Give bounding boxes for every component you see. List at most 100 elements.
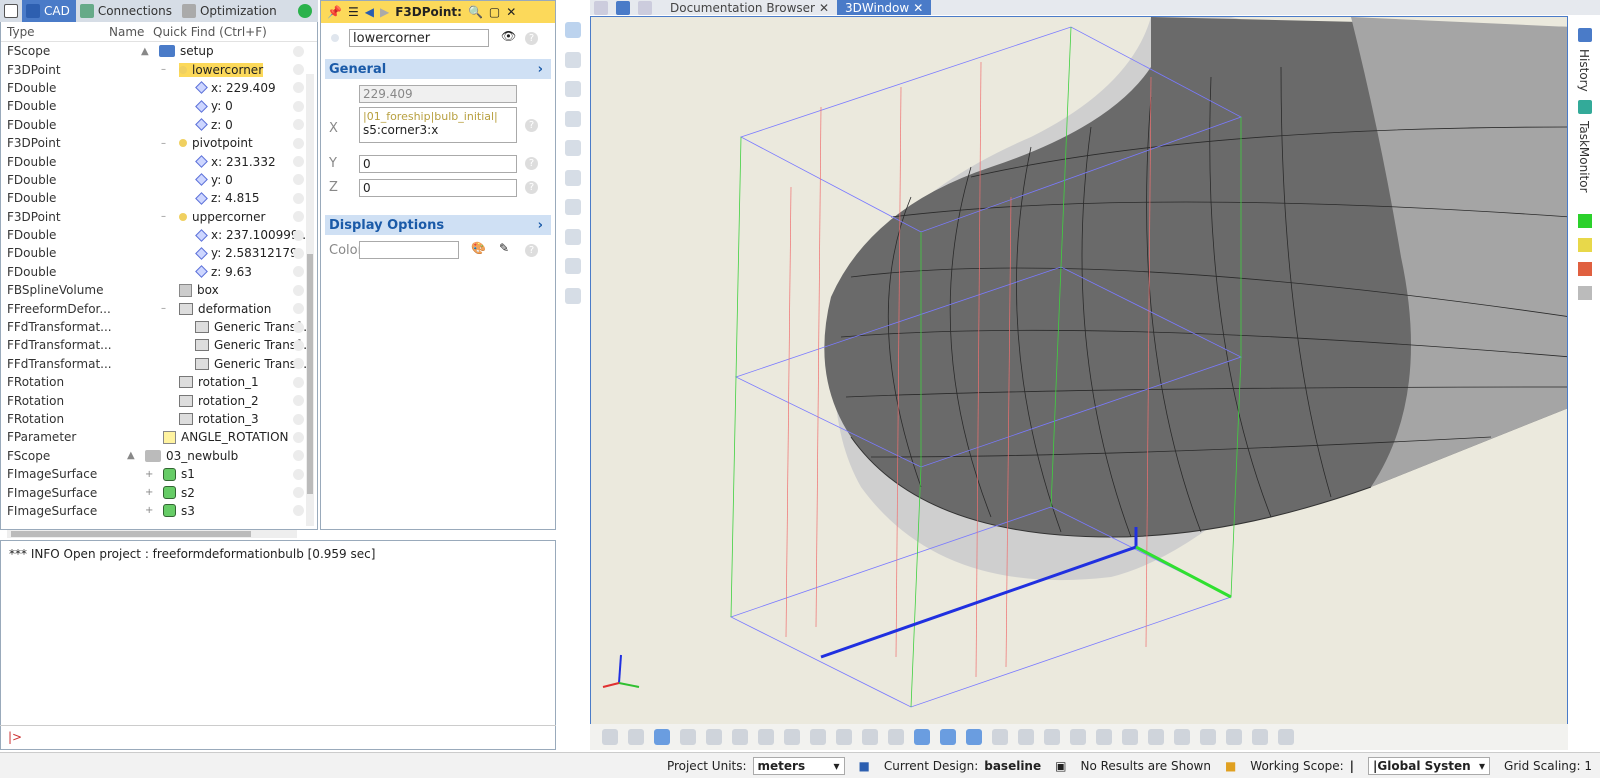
- row-help-icon[interactable]: [293, 339, 304, 351]
- row-name[interactable]: lowercorner: [179, 62, 264, 77]
- expand-toggle-icon[interactable]: –: [161, 211, 166, 222]
- expand-toggle-icon[interactable]: –: [161, 64, 166, 75]
- row-name[interactable]: z: 4.815: [195, 191, 260, 205]
- tree-row[interactable]: FDouble z: 4.815: [1, 189, 317, 207]
- x-expression-field[interactable]: |01_foreship|bulb_initial| s5:corner3:x: [359, 107, 517, 143]
- tree-row[interactable]: FFreeformDefor... – deformation: [1, 299, 317, 317]
- search-icon[interactable]: 🔍: [468, 5, 483, 19]
- row-help-icon[interactable]: [293, 321, 304, 333]
- tree-hscroll[interactable]: [7, 530, 297, 538]
- row-help-icon[interactable]: [293, 284, 304, 296]
- expand-toggle-icon[interactable]: +: [145, 487, 153, 498]
- status-yellow-icon[interactable]: [1578, 238, 1592, 253]
- row-name[interactable]: box: [179, 283, 219, 297]
- row-name[interactable]: rotation_2: [179, 394, 259, 408]
- units-select[interactable]: meters ▾: [752, 756, 845, 775]
- row-help-icon[interactable]: [293, 487, 304, 499]
- row-help-icon[interactable]: [293, 450, 304, 462]
- point-tool-icon[interactable]: [565, 51, 581, 68]
- expand-toggle-icon[interactable]: +: [145, 505, 153, 516]
- status-gray-icon[interactable]: [1578, 286, 1592, 301]
- row-name[interactable]: s3: [163, 504, 195, 518]
- surface-icon[interactable]: [732, 729, 748, 745]
- expand-toggle-icon[interactable]: ▲: [127, 450, 135, 461]
- status-green-icon[interactable]: [1578, 214, 1592, 229]
- row-name[interactable]: x: 229.409: [195, 81, 276, 95]
- tree-vscroll[interactable]: [306, 74, 314, 526]
- quick-find[interactable]: Quick Find (Ctrl+F): [153, 25, 267, 39]
- tree-row[interactable]: FRotation rotation_1: [1, 373, 317, 391]
- z-help-icon[interactable]: ?: [525, 181, 538, 194]
- tree-row[interactable]: FFdTransformat... Generic Transf...: [1, 318, 317, 336]
- row-name[interactable]: uppercorner: [179, 210, 265, 224]
- tree-row[interactable]: FFdTransformat... Generic Transf...: [1, 336, 317, 354]
- general-section[interactable]: General ›: [325, 59, 551, 79]
- row-name[interactable]: ANGLE_ROTATION: [163, 430, 289, 444]
- row-help-icon[interactable]: [293, 431, 304, 443]
- view-x-icon[interactable]: [1044, 729, 1060, 745]
- row-help-icon[interactable]: [293, 64, 304, 76]
- tree-row[interactable]: FParameter ANGLE_ROTATION: [1, 428, 317, 446]
- view-icon[interactable]: [616, 0, 630, 15]
- tree-row[interactable]: FDouble y: 0: [1, 97, 317, 115]
- camera-tool-icon[interactable]: [565, 258, 581, 274]
- tree-row[interactable]: FDouble z: 9.63: [1, 263, 317, 281]
- row-name[interactable]: s2: [163, 486, 195, 500]
- row-help-icon[interactable]: [293, 45, 304, 57]
- view-minus-z-icon[interactable]: [1174, 729, 1190, 745]
- monitor-icon[interactable]: [638, 0, 652, 15]
- status-orange-icon[interactable]: [1578, 262, 1592, 277]
- column-name[interactable]: Name: [109, 25, 144, 39]
- tree-row[interactable]: FDouble x: 231.332: [1, 152, 317, 170]
- back-icon[interactable]: ◀: [365, 5, 374, 19]
- visibility-eye-icon[interactable]: 👁: [501, 29, 516, 43]
- screenshot-icon[interactable]: [1226, 729, 1242, 745]
- row-name[interactable]: y: 2.58312179: [195, 246, 298, 260]
- y-field[interactable]: 0: [359, 155, 517, 173]
- curve-tool-icon[interactable]: [565, 81, 581, 97]
- tree-row[interactable]: FFdTransformat... Generic Transf...: [1, 355, 317, 373]
- close-icon[interactable]: ✕: [913, 1, 923, 15]
- row-name[interactable]: y: 0: [195, 173, 233, 187]
- design-value[interactable]: baseline: [984, 759, 1041, 773]
- row-help-icon[interactable]: [293, 468, 304, 480]
- command-line[interactable]: |>: [0, 725, 556, 750]
- tree-row[interactable]: FImageSurface + s2: [1, 483, 317, 501]
- image-surface-icon[interactable]: [758, 729, 774, 745]
- display-options-section[interactable]: Display Options ›: [325, 215, 551, 235]
- object-name-field[interactable]: lowercorner: [349, 29, 489, 47]
- view-minus-y-icon[interactable]: [1148, 729, 1164, 745]
- axes-icon[interactable]: [940, 729, 956, 745]
- scope-value[interactable]: |: [1350, 759, 1354, 773]
- column-type[interactable]: Type: [7, 25, 35, 39]
- row-name[interactable]: x: 231.332: [195, 155, 276, 169]
- edit-icon[interactable]: ✎: [499, 241, 509, 255]
- project-icon[interactable]: [4, 4, 18, 18]
- row-name[interactable]: y: 0: [195, 99, 233, 113]
- expand-toggle-icon[interactable]: –: [161, 138, 166, 149]
- row-name[interactable]: z: 0: [195, 118, 233, 132]
- forward-icon[interactable]: ▶: [380, 5, 389, 19]
- tree-row[interactable]: FRotation rotation_3: [1, 410, 317, 428]
- view-minus-x-icon[interactable]: [1122, 729, 1138, 745]
- view-tool-2-icon[interactable]: [628, 729, 644, 745]
- palette-icon[interactable]: 🎨: [471, 241, 486, 255]
- row-help-icon[interactable]: [293, 174, 304, 186]
- view-y-icon[interactable]: [1070, 729, 1086, 745]
- curve-icon[interactable]: [706, 729, 722, 745]
- row-name[interactable]: rotation_1: [179, 375, 259, 389]
- tree-row[interactable]: FDouble x: 237.100999...: [1, 226, 317, 244]
- row-help-icon[interactable]: [293, 413, 304, 425]
- info-icon[interactable]: [966, 729, 982, 745]
- tree-row[interactable]: FScope ▲ 03_newbulb: [1, 447, 317, 465]
- tree-row[interactable]: F3DPoint – pivotpoint: [1, 134, 317, 152]
- 3d-viewport[interactable]: [590, 16, 1568, 750]
- tree-row[interactable]: F3DPoint – uppercorner: [1, 208, 317, 226]
- row-name[interactable]: 03_newbulb: [145, 449, 238, 463]
- results-status[interactable]: No Results are Shown: [1080, 759, 1210, 773]
- points-tool-icon[interactable]: [565, 228, 581, 245]
- volume-tool-icon[interactable]: [565, 169, 581, 186]
- row-name[interactable]: z: 9.63: [195, 265, 252, 279]
- row-help-icon[interactable]: [293, 156, 304, 168]
- close-icon[interactable]: ✕: [819, 1, 829, 15]
